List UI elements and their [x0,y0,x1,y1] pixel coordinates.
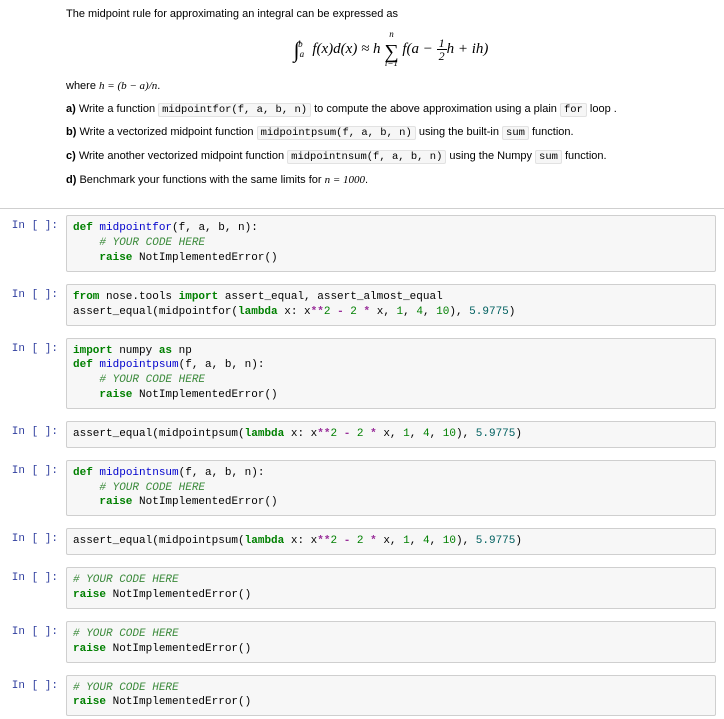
math-equation: ∫ab f(x)d(x) ≈ h n ∑ i=1 f(a − 12h + ih) [66,29,716,69]
code-cell: In [ ]:# YOUR CODE HERE raise NotImpleme… [0,669,724,719]
code-input[interactable]: # YOUR CODE HERE raise NotImplementedErr… [66,567,716,609]
code-input[interactable]: # YOUR CODE HERE raise NotImplementedErr… [66,675,716,717]
code-inline: midpointfor(f, a, b, n) [158,103,311,117]
input-prompt: In [ ]: [0,284,66,326]
item-c: c) Write another vectorized midpoint fun… [66,148,716,166]
code-input[interactable]: assert_equal(midpointpsum(lambda x: x**2… [66,528,716,555]
code-input[interactable]: # YOUR CODE HERE raise NotImplementedErr… [66,621,716,663]
input-prompt: In [ ]: [0,675,66,717]
code-inline: midpointnsum(f, a, b, n) [287,150,446,164]
code-cell: In [ ]:import numpy as np def midpointps… [0,332,724,415]
input-prompt: In [ ]: [0,338,66,409]
code-input[interactable]: from nose.tools import assert_equal, ass… [66,284,716,326]
code-cell: In [ ]:def midpointfor(f, a, b, n): # YO… [0,209,724,278]
code-inline: for [560,103,587,117]
code-cell: In [ ]:assert_equal(midpointpsum(lambda … [0,522,724,561]
markdown-cell: The midpoint rule for approximating an i… [0,6,724,202]
item-b: b) Write a vectorized midpoint function … [66,124,716,142]
notebook: The midpoint rule for approximating an i… [0,6,724,719]
code-cell: In [ ]:def midpointnsum(f, a, b, n): # Y… [0,454,724,523]
code-input[interactable]: import numpy as np def midpointpsum(f, a… [66,338,716,409]
code-inline: sum [535,150,562,164]
code-input[interactable]: def midpointnsum(f, a, b, n): # YOUR COD… [66,460,716,517]
where-line: where h = (b − a)/n. [66,78,716,95]
code-cell: In [ ]:# YOUR CODE HERE raise NotImpleme… [0,561,724,615]
code-cell: In [ ]:from nose.tools import assert_equ… [0,278,724,332]
input-prompt: In [ ]: [0,421,66,448]
input-prompt: In [ ]: [0,215,66,272]
code-cell: In [ ]:# YOUR CODE HERE raise NotImpleme… [0,615,724,669]
intro-line: The midpoint rule for approximating an i… [66,6,716,23]
item-d: d) Benchmark your functions with the sam… [66,172,716,189]
code-input[interactable]: def midpointfor(f, a, b, n): # YOUR CODE… [66,215,716,272]
code-inline: sum [502,126,529,140]
item-a: a) Write a function midpointfor(f, a, b,… [66,101,716,119]
code-cell: In [ ]:assert_equal(midpointpsum(lambda … [0,415,724,454]
input-prompt: In [ ]: [0,621,66,663]
input-prompt: In [ ]: [0,567,66,609]
input-prompt: In [ ]: [0,460,66,517]
code-inline: midpointpsum(f, a, b, n) [257,126,416,140]
input-prompt: In [ ]: [0,528,66,555]
code-input[interactable]: assert_equal(midpointpsum(lambda x: x**2… [66,421,716,448]
